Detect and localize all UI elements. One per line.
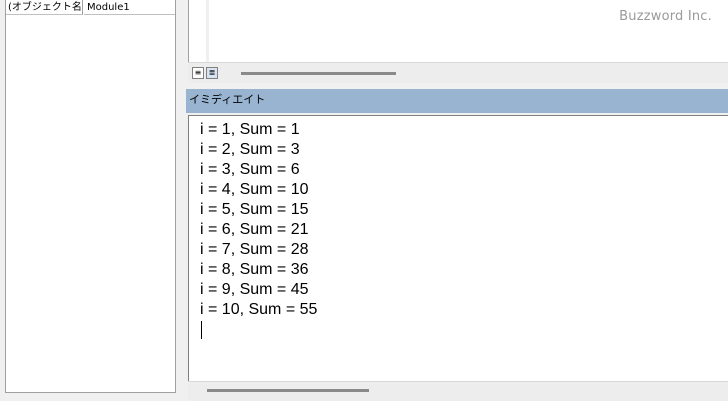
text-caret xyxy=(201,321,202,339)
output-line: i = 9, Sum = 45 xyxy=(200,281,309,298)
output-line: i = 5, Sum = 15 xyxy=(200,201,309,218)
procedure-view-icon[interactable]: ≡ xyxy=(192,67,204,79)
output-line: i = 4, Sum = 10 xyxy=(200,181,309,198)
output-line: i = 2, Sum = 3 xyxy=(200,141,300,158)
output-line: i = 6, Sum = 21 xyxy=(200,221,309,238)
full-module-view-icon[interactable]: ≣ xyxy=(206,67,218,79)
output-line: i = 8, Sum = 36 xyxy=(200,261,309,278)
property-name-value[interactable]: Module1 xyxy=(84,0,175,15)
properties-list[interactable]: (オブジェクト名) Module1 xyxy=(5,0,176,393)
immediate-scroll-thumb[interactable] xyxy=(207,389,369,392)
output-lines: i = 1, Sum = 1 i = 2, Sum = 3 i = 3, Sum… xyxy=(200,120,317,320)
code-window: Buzzword Inc. ≡ ≣ xyxy=(188,0,728,90)
code-editor[interactable]: Buzzword Inc. xyxy=(209,0,728,62)
property-name-label: (オブジェクト名) xyxy=(6,0,83,15)
property-row-name[interactable]: (オブジェクト名) Module1 xyxy=(6,0,175,15)
output-line: i = 1, Sum = 1 xyxy=(200,121,300,138)
properties-pane: (オブジェクト名) Module1 xyxy=(0,0,183,400)
immediate-window: イミディエイト i = 1, Sum = 1 i = 2, Sum = 3 i … xyxy=(186,89,728,401)
immediate-titlebar[interactable]: イミディエイト xyxy=(186,89,728,113)
watermark: Buzzword Inc. xyxy=(619,9,712,24)
output-line: i = 7, Sum = 28 xyxy=(200,241,309,258)
code-scroll-thumb[interactable] xyxy=(241,72,396,75)
immediate-title: イミディエイト xyxy=(189,93,266,106)
output-line: i = 10, Sum = 55 xyxy=(200,301,318,318)
immediate-output-area[interactable]: i = 1, Sum = 1 i = 2, Sum = 3 i = 3, Sum… xyxy=(188,115,728,381)
code-horizontal-scrollbar[interactable]: ≡ ≣ xyxy=(188,62,728,83)
output-line: i = 3, Sum = 6 xyxy=(200,161,300,178)
immediate-horizontal-scrollbar[interactable] xyxy=(188,381,728,401)
code-margin xyxy=(188,0,206,62)
